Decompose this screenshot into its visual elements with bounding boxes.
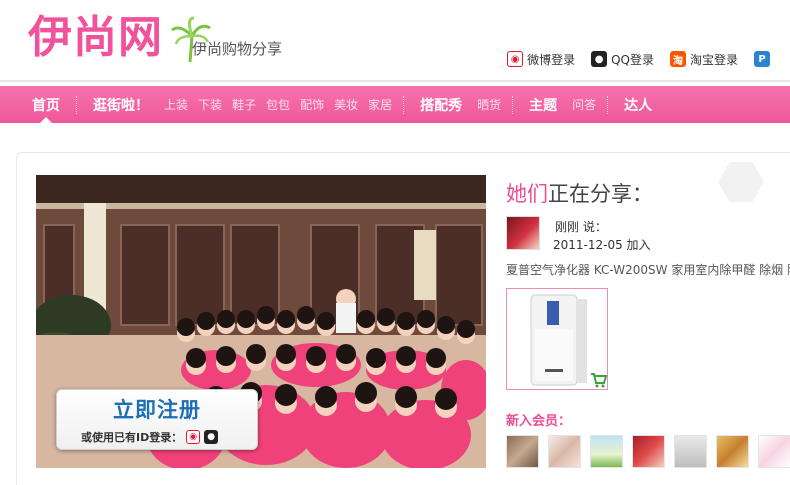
- nav-divider: [607, 95, 609, 114]
- nav-sub-accessories[interactable]: 配饰: [300, 96, 324, 113]
- nav-shopping[interactable]: 逛街啦！: [93, 95, 149, 115]
- nav-outfit[interactable]: 搭配秀: [420, 95, 462, 115]
- nav-sub-bottoms[interactable]: 下装: [198, 96, 222, 113]
- member-avatar[interactable]: [758, 435, 790, 468]
- qq-icon[interactable]: ●: [204, 430, 219, 444]
- site-logo[interactable]: 伊尚网: [28, 12, 163, 64]
- alt-login-text: 或使用已有ID登录：: [81, 431, 183, 444]
- nav-sub-tops[interactable]: 上装: [164, 96, 188, 113]
- login-links: ◉ 微博登录 ● QQ登录 淘 淘宝登录 P: [507, 50, 790, 68]
- p-icon: P: [754, 51, 770, 67]
- product-description[interactable]: 夏普空气净化器 KC-W200SW 家用室内除甲醛 除烟 除: [506, 261, 790, 278]
- nav-sub-beauty[interactable]: 美妆: [334, 96, 358, 113]
- new-members-list: [506, 435, 790, 468]
- taobao-icon: 淘: [669, 51, 686, 67]
- avatar[interactable]: [506, 216, 540, 250]
- main-nav: 首页 逛街啦！ 上装 下装 鞋子 包包 配饰 美妆 家居 搭配秀 晒货 主题 问…: [0, 86, 790, 203]
- weibo-login-label: 微博登录: [527, 52, 576, 67]
- qq-login-link[interactable]: ● QQ登录: [591, 51, 654, 68]
- site-header: 伊尚网 伊尚购物分享 ◉ 微博登录 ● QQ登录 淘 淘宝登录 P: [0, 0, 790, 84]
- member-avatar[interactable]: [716, 435, 749, 468]
- nav-divider: [403, 95, 405, 114]
- weibo-icon[interactable]: ◉: [186, 430, 201, 444]
- join-time: 2011-12-05 加入: [553, 238, 651, 252]
- taobao-login-label: 淘宝登录: [689, 52, 738, 67]
- nav-experts[interactable]: 达人: [624, 95, 652, 115]
- sharing-title-rest: 正在分享：: [548, 182, 653, 206]
- alt-login: 或使用已有ID登录： ◉ ●: [81, 429, 219, 445]
- weibo-icon: ◉: [507, 51, 524, 67]
- nav-sub-bags[interactable]: 包包: [266, 96, 290, 113]
- logo-subtitle: 伊尚购物分享: [192, 40, 283, 58]
- nav-sub-shoes[interactable]: 鞋子: [232, 96, 256, 113]
- nav-divider: [512, 95, 514, 114]
- sharing-title: 她们正在分享：: [506, 178, 653, 208]
- member-avatar[interactable]: [590, 435, 623, 468]
- member-avatar[interactable]: [674, 435, 707, 468]
- nav-topic[interactable]: 主题: [529, 95, 557, 115]
- member-avatar[interactable]: [548, 435, 581, 468]
- register-button[interactable]: 立即注册: [57, 394, 257, 424]
- register-box: 立即注册 或使用已有ID登录： ◉ ●: [56, 389, 258, 450]
- p-login-link[interactable]: P: [754, 51, 774, 67]
- weibo-login-link[interactable]: ◉ 微博登录: [507, 51, 575, 68]
- cart-icon[interactable]: [590, 372, 607, 388]
- nav-divider: [76, 95, 77, 114]
- nav-home[interactable]: 首页: [32, 95, 60, 115]
- nav-sub-home[interactable]: 家居: [368, 96, 392, 113]
- taobao-login-link[interactable]: 淘 淘宝登录: [669, 51, 738, 68]
- member-avatar[interactable]: [632, 435, 665, 468]
- new-members-label: 新入会员：: [506, 414, 572, 429]
- header-divider: [0, 80, 790, 82]
- qq-login-label: QQ登录: [611, 52, 654, 67]
- active-tab-indicator: [40, 117, 52, 123]
- qq-icon: ●: [591, 51, 608, 67]
- sharing-title-highlight: 她们: [506, 182, 548, 206]
- nav-sub-qa[interactable]: 问答: [572, 96, 596, 113]
- member-avatar[interactable]: [506, 435, 539, 468]
- nav-sub-showoff[interactable]: 晒货: [477, 96, 501, 113]
- user-said: 刚刚 说：: [555, 220, 607, 234]
